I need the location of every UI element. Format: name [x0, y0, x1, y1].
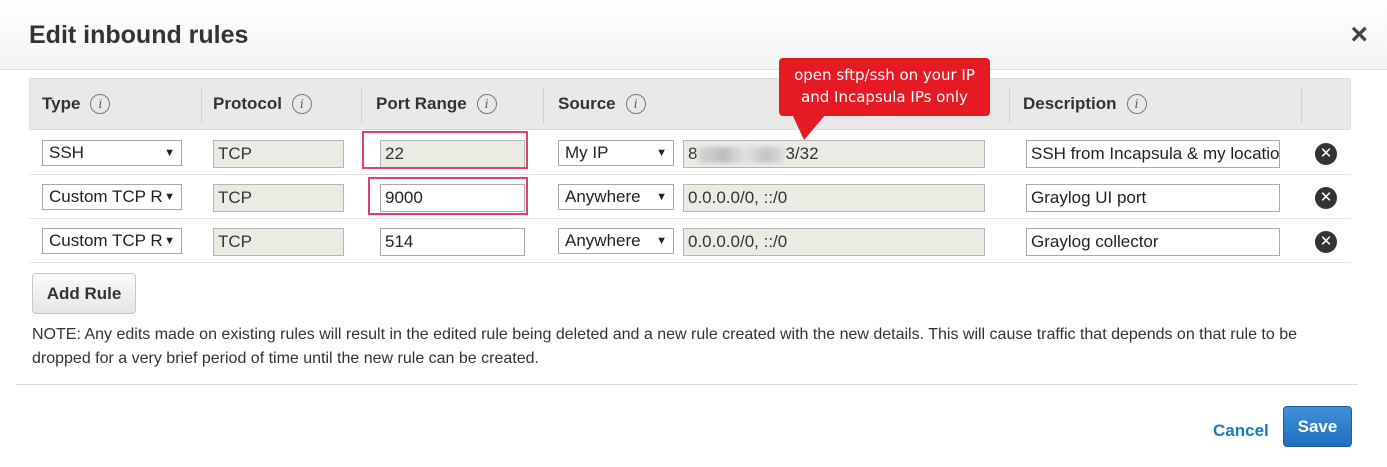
- description-input[interactable]: SSH from Incapsula & my location: [1026, 140, 1280, 168]
- chevron-down-icon: ▼: [164, 147, 175, 159]
- column-header-description: Description i: [1023, 79, 1147, 129]
- callout-pointer: [792, 114, 826, 140]
- chevron-down-icon: ▼: [656, 235, 667, 247]
- type-select[interactable]: Custom TCP R ▼: [42, 184, 182, 210]
- rule-row: SSH ▼ TCP 22 My IP ▼ 8 3/32 SSH from Inca…: [29, 131, 1351, 175]
- save-button[interactable]: Save: [1283, 406, 1352, 447]
- chevron-down-icon: ▼: [656, 191, 667, 203]
- column-header-port-range: Port Range i: [376, 79, 497, 129]
- source-select-value: Anywhere: [565, 231, 641, 250]
- column-divider: [543, 87, 544, 123]
- type-select[interactable]: Custom TCP R ▼: [42, 228, 182, 254]
- chevron-down-icon: ▼: [164, 235, 175, 247]
- rule-row: Custom TCP R ▼ TCP 514 Anywhere ▼ 0.0.0.…: [29, 219, 1351, 263]
- column-header-source-label: Source: [558, 94, 616, 113]
- info-icon[interactable]: i: [90, 94, 111, 114]
- column-header-protocol-label: Protocol: [213, 94, 282, 113]
- column-header-type-label: Type: [42, 94, 81, 113]
- source-select-value: Anywhere: [565, 187, 641, 206]
- dialog-title: Edit inbound rules: [29, 21, 249, 49]
- column-header-source: Source i: [558, 79, 646, 129]
- port-highlight-box: [362, 131, 528, 169]
- type-select-value: Custom TCP R: [49, 231, 163, 250]
- protocol-field: TCP: [213, 140, 344, 168]
- redacted-ip: [698, 146, 785, 163]
- source-cidr-input[interactable]: 0.0.0.0/0, ::/0: [683, 228, 985, 256]
- column-header-description-label: Description: [1023, 94, 1117, 113]
- source-cidr-input[interactable]: 0.0.0.0/0, ::/0: [683, 184, 985, 212]
- column-divider: [1301, 87, 1302, 123]
- column-header-port-range-label: Port Range: [376, 94, 467, 113]
- port-highlight-box: [368, 177, 528, 215]
- dialog-header: Edit inbound rules ×: [0, 0, 1387, 70]
- callout-line-1: open sftp/ssh on your IP: [794, 66, 975, 84]
- description-input[interactable]: Graylog collector: [1026, 228, 1280, 256]
- column-divider: [201, 87, 202, 123]
- annotation-callout: open sftp/ssh on your IP and Incapsula I…: [779, 58, 990, 116]
- delete-rule-icon[interactable]: ✕: [1315, 187, 1337, 209]
- column-divider: [361, 87, 362, 123]
- info-icon[interactable]: i: [625, 94, 646, 114]
- description-input[interactable]: Graylog UI port: [1026, 184, 1280, 212]
- add-rule-button[interactable]: Add Rule: [32, 273, 136, 314]
- type-select[interactable]: SSH ▼: [42, 140, 182, 166]
- source-cidr-input[interactable]: 8 3/32: [683, 140, 985, 168]
- close-icon[interactable]: ×: [1350, 20, 1368, 50]
- rule-row: Custom TCP R ▼ TCP 9000 Anywhere ▼ 0.0.0…: [29, 175, 1351, 219]
- source-select[interactable]: Anywhere ▼: [558, 184, 674, 210]
- chevron-down-icon: ▼: [164, 191, 175, 203]
- source-ip-prefix: 8: [688, 144, 698, 163]
- cancel-button[interactable]: Cancel: [1213, 421, 1269, 441]
- column-header-type: Type i: [42, 79, 111, 129]
- port-range-input[interactable]: 514: [380, 228, 525, 256]
- info-icon[interactable]: i: [476, 94, 497, 114]
- delete-rule-icon[interactable]: ✕: [1315, 231, 1337, 253]
- source-ip-suffix: 3/32: [785, 144, 819, 163]
- edit-note: NOTE: Any edits made on existing rules w…: [32, 326, 1298, 367]
- type-select-value: Custom TCP R: [49, 187, 163, 206]
- source-select-value: My IP: [565, 143, 609, 162]
- chevron-down-icon: ▼: [656, 147, 667, 159]
- footer-divider: [16, 384, 1358, 385]
- source-select[interactable]: Anywhere ▼: [558, 228, 674, 254]
- protocol-field: TCP: [213, 184, 344, 212]
- delete-rule-icon[interactable]: ✕: [1315, 143, 1337, 165]
- rules-table-header: Type i Protocol i Port Range i Source i …: [29, 78, 1351, 130]
- info-icon[interactable]: i: [1126, 94, 1147, 114]
- column-divider: [1009, 87, 1010, 123]
- protocol-field: TCP: [213, 228, 344, 256]
- info-icon[interactable]: i: [291, 94, 312, 114]
- callout-line-2: and Incapsula IPs only: [801, 88, 968, 106]
- column-header-protocol: Protocol i: [213, 79, 312, 129]
- source-select[interactable]: My IP ▼: [558, 140, 674, 166]
- type-select-value: SSH: [49, 143, 84, 162]
